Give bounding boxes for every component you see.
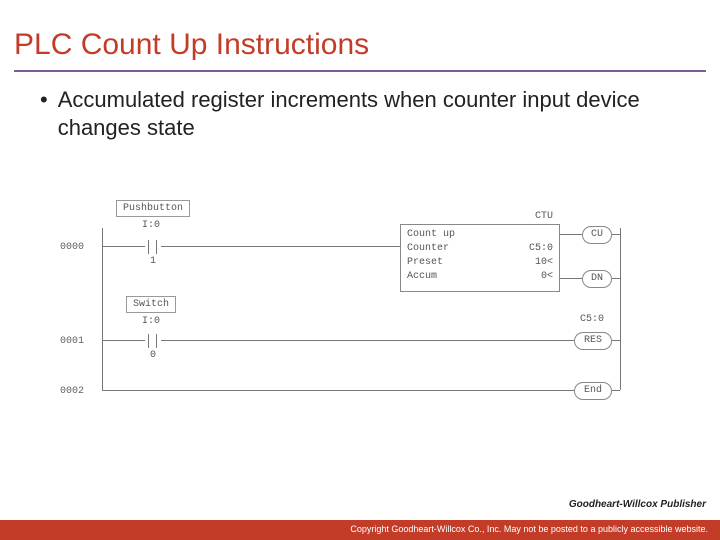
wire <box>102 390 574 391</box>
slide-title: PLC Count Up Instructions <box>0 0 720 70</box>
ctu-row4-val: 0< <box>401 271 559 282</box>
ctu-row3-val: 10< <box>401 257 559 268</box>
wire <box>102 340 145 341</box>
wire <box>612 234 620 235</box>
ladder-diagram: 0000 Pushbutton I:0 1 CTU Count up Count… <box>60 200 660 420</box>
wire <box>612 278 620 279</box>
wire <box>161 340 574 341</box>
ctu-instruction-block: CTU Count up Counter C5:0 Preset 10< Acc… <box>400 224 560 292</box>
rung-number-1: 0001 <box>60 336 84 347</box>
ctu-row2-val: C5:0 <box>401 243 559 254</box>
cu-output-pill: CU <box>582 226 612 244</box>
wire <box>612 340 620 341</box>
input2-tag: Switch <box>126 296 176 313</box>
bullet-block: • Accumulated register increments when c… <box>0 72 720 142</box>
left-power-rail <box>102 228 103 390</box>
res-address: C5:0 <box>580 314 604 325</box>
input1-tag: Pushbutton <box>116 200 190 217</box>
wire <box>161 246 400 247</box>
xic-contact-icon <box>145 239 161 255</box>
bullet-dot: • <box>40 86 48 114</box>
copyright-footer: Copyright Goodheart-Willcox Co., Inc. Ma… <box>0 520 720 540</box>
input2-bit: 0 <box>150 350 156 361</box>
wire <box>560 278 582 279</box>
right-power-rail <box>620 228 621 390</box>
xic-contact-icon <box>145 333 161 349</box>
rung-number-2: 0002 <box>60 386 84 397</box>
dn-output-pill: DN <box>582 270 612 288</box>
rung-number-0: 0000 <box>60 242 84 253</box>
res-output-pill: RES <box>574 332 612 350</box>
bullet-text: Accumulated register increments when cou… <box>58 86 680 142</box>
wire <box>612 390 620 391</box>
end-pill: End <box>574 382 612 400</box>
input2-address: I:0 <box>142 316 160 327</box>
wire <box>102 246 145 247</box>
ctu-header: CTU <box>401 211 559 222</box>
slide: PLC Count Up Instructions • Accumulated … <box>0 0 720 540</box>
input1-address: I:0 <box>142 220 160 231</box>
ctu-row1: Count up <box>407 229 565 240</box>
bullet-row: • Accumulated register increments when c… <box>40 86 680 142</box>
wire <box>560 234 582 235</box>
input1-bit: 1 <box>150 256 156 267</box>
publisher-credit: Goodheart-Willcox Publisher <box>569 499 706 510</box>
